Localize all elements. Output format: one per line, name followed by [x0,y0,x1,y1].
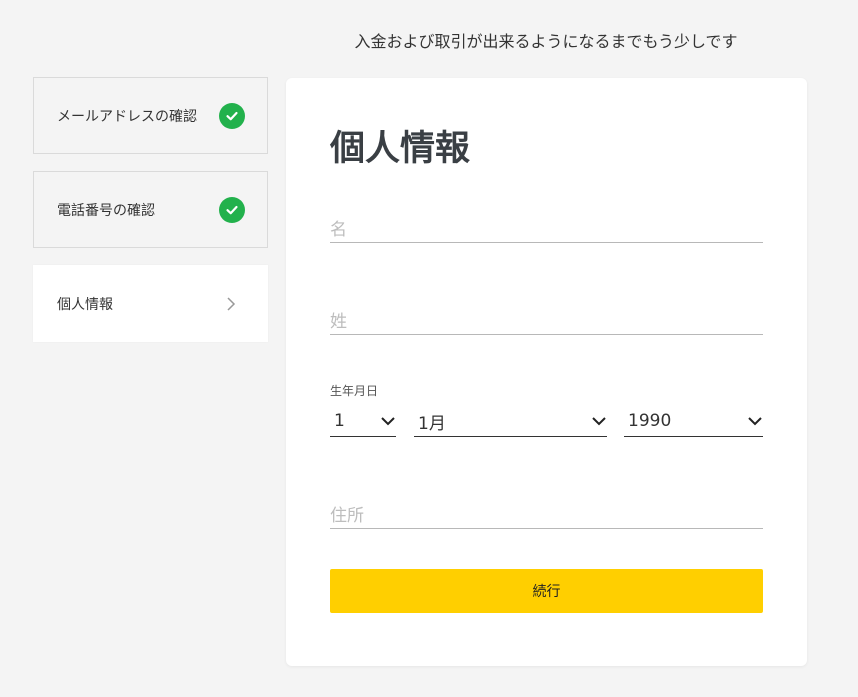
step-personal-info[interactable]: 個人情報 [33,265,268,342]
first-name-input[interactable] [330,216,763,242]
step-label: メールアドレスの確認 [57,108,197,125]
check-icon [219,196,245,223]
dob-label: 生年月日 [330,384,379,398]
step-label: 個人情報 [57,296,113,313]
continue-button[interactable]: 続行 [330,569,763,613]
step-phone-verification[interactable]: 電話番号の確認 [33,171,268,248]
address-field [330,502,763,529]
first-name-field [330,216,763,243]
chevron-down-icon [748,417,762,426]
dob-day-value: 1 [334,411,345,431]
chevron-down-icon [381,417,395,426]
personal-info-card: 個人情報 生年月日 1 1月 1990 続行 [286,78,807,666]
address-input[interactable] [330,502,763,528]
dob-month-select[interactable]: 1月 [414,406,607,437]
chevron-down-icon [592,417,606,426]
dob-year-value: 1990 [628,411,672,431]
page-title: 個人情報 [330,129,471,169]
last-name-field [330,308,763,335]
dob-year-select[interactable]: 1990 [624,406,763,437]
step-email-verification[interactable]: メールアドレスの確認 [33,77,268,154]
chevron-right-icon [225,296,237,312]
progress-message: 入金および取引が出来るようになるまでもう少しです [354,32,738,51]
step-label: 電話番号の確認 [57,202,155,219]
check-icon [219,102,245,129]
dob-month-value: 1月 [418,413,446,434]
dob-day-select[interactable]: 1 [330,406,396,437]
steps-sidebar: メールアドレスの確認 電話番号の確認 個人情報 [33,77,268,359]
last-name-input[interactable] [330,308,763,334]
